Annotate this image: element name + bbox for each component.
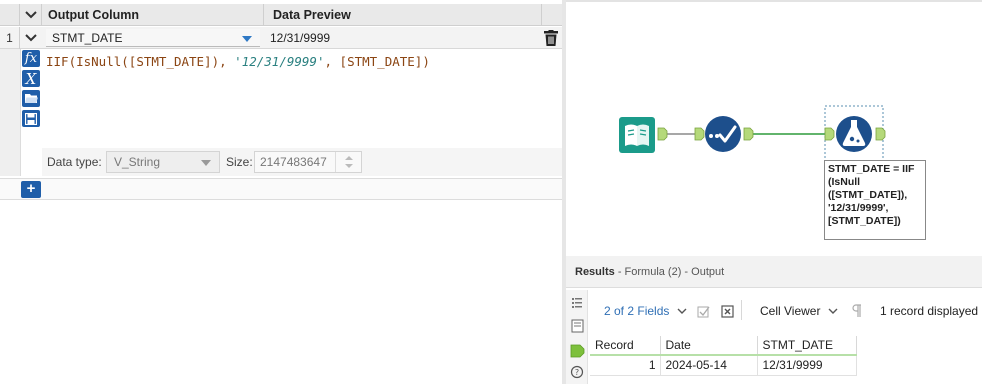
expression-text[interactable]: IIF(IsNull([STMT_DATE]), '12/31/9999', [… xyxy=(46,54,430,69)
column-header-record[interactable]: Record xyxy=(590,336,661,356)
chevron-down-icon xyxy=(24,11,37,19)
input-anchor-icon[interactable] xyxy=(694,127,705,141)
row-collapse-button[interactable] xyxy=(20,27,42,49)
expr-function: IIF(IsNull( xyxy=(46,54,129,69)
size-value: 2147483647 xyxy=(260,155,327,169)
clear-filter-icon[interactable] xyxy=(721,305,735,319)
expr-field-ref: [STMT_DATE] xyxy=(339,54,423,69)
fields-selector[interactable]: 2 of 2 Fields xyxy=(604,304,687,318)
formula-annotation: STMT_DATE = IIF (IsNull ([STMT_DATE]), '… xyxy=(824,160,926,240)
results-toolbar: 2 of 2 Fields Cell Viewer 1 record displ… xyxy=(594,296,982,326)
save-icon[interactable] xyxy=(22,110,40,127)
fx-icon[interactable]: fx xyxy=(22,50,40,67)
svg-text:?: ? xyxy=(575,368,579,377)
toolbar-divider xyxy=(741,300,742,320)
expr-separator: , xyxy=(324,54,340,69)
output-anchor-icon[interactable] xyxy=(743,127,754,141)
output-column-header[interactable]: Output Column xyxy=(42,4,264,26)
column-header-stmt-date[interactable]: STMT_DATE xyxy=(757,336,857,356)
data-type-value: V_String xyxy=(114,155,161,169)
output-column-value: STMT_DATE xyxy=(52,31,123,45)
help-icon[interactable]: ? xyxy=(570,365,584,379)
expression-gutter xyxy=(0,49,20,176)
open-folder-icon[interactable] xyxy=(22,90,40,107)
results-sidebar-icons: ? xyxy=(570,298,585,379)
edit-checkbox-icon[interactable] xyxy=(697,305,711,319)
pilcrow-icon[interactable] xyxy=(852,304,862,318)
input-anchor-icon[interactable] xyxy=(824,127,835,141)
expr-close-paren: ) xyxy=(422,54,430,69)
add-row-bar xyxy=(0,178,562,200)
results-header: Results - Formula (2) - Output xyxy=(566,256,982,288)
data-type-dropdown[interactable]: V_String xyxy=(106,151,220,173)
add-field-button[interactable]: + xyxy=(21,181,41,198)
header-gutter xyxy=(0,4,20,26)
floppy-glyph xyxy=(25,112,37,125)
data-type-label: Data type: xyxy=(47,155,102,169)
x-glyph: X xyxy=(25,69,37,88)
metadata-icon[interactable] xyxy=(571,319,584,333)
results-title: Results xyxy=(575,266,615,278)
fields-selector-label: 2 of 2 Fields xyxy=(604,304,670,318)
annotation-line: '12/31/9999', xyxy=(828,202,889,214)
fx-glyph: fx xyxy=(24,51,38,66)
data-preview-header[interactable]: Data Preview xyxy=(266,4,542,26)
date-cell[interactable]: 2024-05-14 xyxy=(660,355,758,376)
record-count: 1 record displayed xyxy=(880,304,979,318)
output-column-dropdown[interactable]: STMT_DATE xyxy=(46,29,260,47)
list-view-icon[interactable] xyxy=(572,298,582,308)
data-type-bar: Data type: V_String Size: 2147483647 xyxy=(42,148,562,176)
results-subtitle: - Formula (2) - Output xyxy=(617,266,725,278)
variable-x-icon[interactable]: X xyxy=(22,69,40,88)
data-preview-value: 12/31/9999 xyxy=(270,31,331,45)
dropdown-arrow-icon xyxy=(242,36,252,42)
formula-row[interactable]: 1 STMT_DATE 12/31/9999 xyxy=(0,27,562,49)
expr-separator: ), xyxy=(211,54,235,69)
output-anchor-icon[interactable] xyxy=(875,127,886,141)
formula-config-panel: Output Column Data Preview 1 STMT_DATE 1… xyxy=(0,0,562,384)
chevron-down-icon xyxy=(25,34,37,42)
annotation-line: (IsNull xyxy=(828,176,861,188)
size-spinner[interactable] xyxy=(335,152,361,172)
size-label: Size: xyxy=(226,155,253,169)
row-number: 1 xyxy=(0,27,20,49)
annotation-line: [STMT_DATE]) xyxy=(828,215,901,227)
record-cell[interactable]: 1 xyxy=(590,355,661,376)
results-table: Record Date STMT_DATE 1 2024-05-14 12/31… xyxy=(590,336,857,376)
input-data-icon[interactable] xyxy=(619,117,655,153)
results-sidebar: ? xyxy=(566,290,588,384)
cell-viewer-label: Cell Viewer xyxy=(760,304,821,318)
cell-viewer-button[interactable]: Cell Viewer xyxy=(760,304,838,318)
folder-glyph xyxy=(24,94,38,103)
annotation-line: ([STMT_DATE]), xyxy=(828,189,908,201)
spinner-arrows-icon xyxy=(345,156,353,168)
dropdown-arrow-icon xyxy=(201,160,211,166)
formula-icon[interactable] xyxy=(836,116,872,152)
column-header-bar: Output Column Data Preview xyxy=(0,4,562,26)
expr-field-ref: [STMT_DATE] xyxy=(128,54,212,69)
delete-trash-icon[interactable] xyxy=(544,30,558,46)
table-header-row: Record Date STMT_DATE xyxy=(590,336,857,356)
chevron-down-icon xyxy=(828,308,838,314)
column-header-date[interactable]: Date xyxy=(660,336,758,356)
select-icon[interactable] xyxy=(705,116,741,152)
collapse-all-button[interactable] xyxy=(20,4,42,26)
output-anchor-icon[interactable] xyxy=(570,344,585,358)
stmt-date-cell[interactable]: 12/31/9999 xyxy=(757,355,857,376)
chevron-down-icon xyxy=(677,308,687,314)
table-row[interactable]: 1 2024-05-14 12/31/9999 xyxy=(590,355,857,376)
expr-string-literal: '12/31/9999' xyxy=(234,54,325,69)
annotation-line: STMT_DATE = IIF xyxy=(828,163,915,175)
output-anchor-icon[interactable] xyxy=(657,127,668,141)
results-panel: Results - Formula (2) - Output ? 2 of 2 … xyxy=(566,256,982,384)
size-input[interactable]: 2147483647 xyxy=(254,151,362,173)
